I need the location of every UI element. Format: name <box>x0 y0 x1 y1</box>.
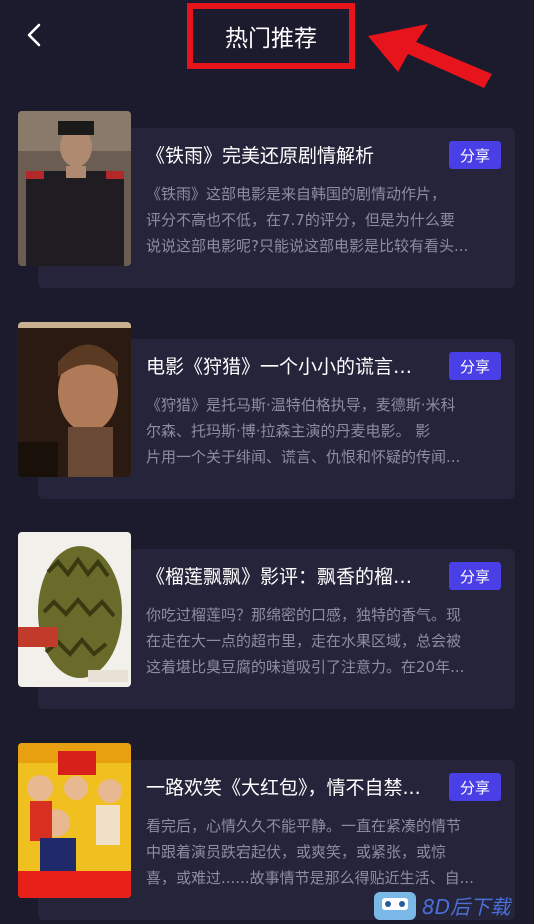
article-description: 你吃过榴莲吗？那绵密的口感，独特的香气。现 在走在大一点的超市里，走在水果区域，… <box>146 602 506 680</box>
share-button[interactable]: 分享 <box>449 352 501 380</box>
poster-image[interactable] <box>18 743 131 898</box>
article-description: 《狩猎》是托马斯·温特伯格执导，麦德斯·米科 尔森、托玛斯·博·拉森主演的丹麦电… <box>146 392 506 470</box>
page-title-highlight: 热门推荐 <box>187 3 355 69</box>
article-title[interactable]: 电影《狩猎》一个小小的谎言可... <box>146 352 426 379</box>
poster-image[interactable] <box>18 322 131 477</box>
description-line: 这着堪比臭豆腐的味道吸引了注意力。在20年... <box>146 658 465 676</box>
description-line: 在走在大一点的超市里，走在水果区域，总会被 <box>146 632 462 650</box>
back-icon[interactable] <box>20 20 50 50</box>
description-line: 片用一个关于绯闻、谎言、仇恨和怀疑的传闻... <box>146 448 461 466</box>
description-line: 《铁雨》这部电影是来自韩国的剧情动作片， <box>146 185 447 203</box>
poster-image[interactable] <box>18 532 131 687</box>
page-title: 热门推荐 <box>225 26 317 52</box>
article-title[interactable]: 《榴莲飘飘》影评：飘香的榴莲... <box>146 562 426 589</box>
article-card[interactable]: 电影《狩猎》一个小小的谎言可... 分享 《狩猎》是托马斯·温特伯格执导，麦德斯… <box>18 322 515 502</box>
header: 热门推荐 <box>0 0 534 88</box>
article-description: 《铁雨》这部电影是来自韩国的剧情动作片， 评分不高也不低，在7.7的评分，但是为… <box>146 181 506 259</box>
description-line: 尔森、托玛斯·博·拉森主演的丹麦电影。 影 <box>146 422 431 440</box>
watermark-logo: 8D后下载 <box>374 892 513 920</box>
share-button[interactable]: 分享 <box>449 141 501 169</box>
share-button[interactable]: 分享 <box>449 562 501 590</box>
watermark-text: 8D后下载 <box>422 895 513 919</box>
description-line: 《狩猎》是托马斯·温特伯格执导，麦德斯·米科 <box>146 396 456 414</box>
description-line: 中跟着演员跌宕起伏，或爽笑，或紧张，或惊 <box>146 843 447 861</box>
article-card[interactable]: 《榴莲飘飘》影评：飘香的榴莲... 分享 你吃过榴莲吗？那绵密的口感，独特的香气… <box>18 532 515 712</box>
poster-image[interactable] <box>18 111 131 266</box>
article-title[interactable]: 一路欢笑《大红包》，情不自禁... <box>146 773 426 800</box>
article-card[interactable]: 《铁雨》完美还原剧情解析 分享 《铁雨》这部电影是来自韩国的剧情动作片， 评分不… <box>18 111 515 291</box>
article-description: 看完后，心情久久不能平静。一直在紧凑的情节 中跟着演员跌宕起伏，或爽笑，或紧张，… <box>146 813 506 891</box>
description-line: 看完后，心情久久不能平静。一直在紧凑的情节 <box>146 817 462 835</box>
description-line: 评分不高也不低，在7.7的评分，但是为什么要 <box>146 211 455 229</box>
description-line: 说说这部电影呢?只能说这部电影是比较有看头... <box>146 237 469 255</box>
article-title[interactable]: 《铁雨》完美还原剧情解析 <box>146 141 426 168</box>
description-line: 你吃过榴莲吗？那绵密的口感，独特的香气。现 <box>146 606 462 624</box>
red-arrow-annotation-icon <box>368 24 492 88</box>
share-button[interactable]: 分享 <box>449 773 501 801</box>
